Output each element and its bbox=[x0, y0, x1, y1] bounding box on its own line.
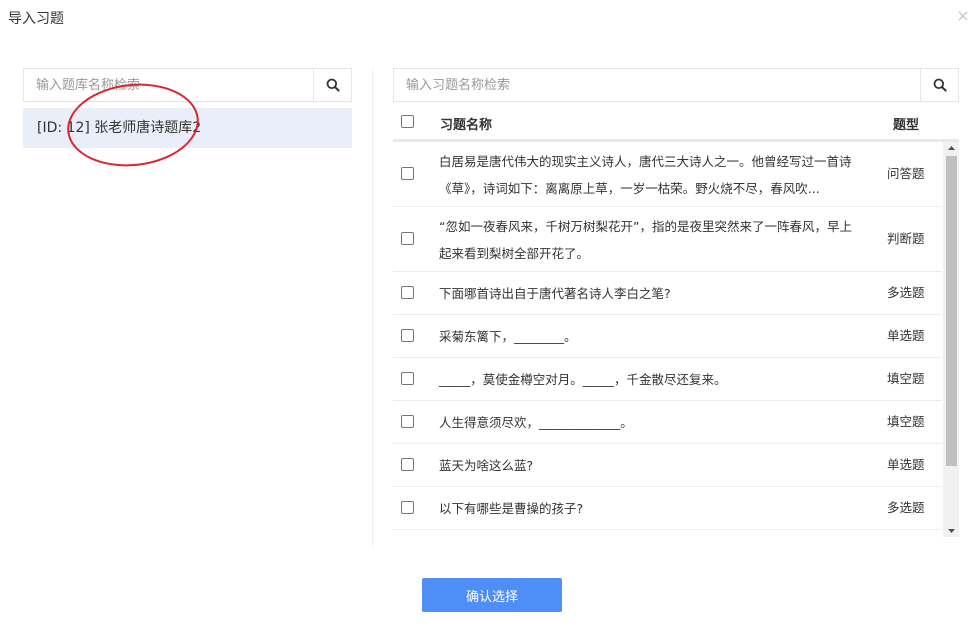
table-row[interactable]: 白居易是唐代伟大的现实主义诗人，唐代三大诗人之一。他曾经写过一首诗《草》，诗词如… bbox=[393, 142, 942, 207]
question-text: 蓝天为啥这么蓝? bbox=[439, 457, 534, 473]
question-search-input[interactable] bbox=[394, 69, 920, 101]
bank-search-box bbox=[23, 68, 352, 102]
select-all-checkbox[interactable] bbox=[401, 115, 414, 128]
question-type: 填空题 bbox=[887, 371, 925, 386]
bank-search-button[interactable] bbox=[313, 69, 351, 101]
question-text: “忽如一夜春风来，千树万树梨花开”，指的是夜里突然来了一阵春风，早上起来看到梨树… bbox=[439, 218, 852, 261]
question-text: _____，莫使金樽空对月。_____，千金散尽还复来。 bbox=[439, 371, 727, 387]
bank-item[interactable]: [ID: 12] 张老师唐诗题库2 bbox=[23, 77, 352, 173]
search-icon bbox=[326, 78, 340, 92]
table-row[interactable]: 下面哪首诗出自于唐代著名诗人李白之笔? 多选题 bbox=[393, 272, 942, 315]
table-row[interactable]: 以下有哪些是曹操的孩子? 多选题 bbox=[393, 487, 942, 530]
question-type: 单选题 bbox=[887, 457, 925, 472]
question-text: 人生得意须尽欢，_____________。 bbox=[439, 414, 633, 430]
row-checkbox[interactable] bbox=[401, 501, 414, 514]
row-checkbox[interactable] bbox=[401, 458, 414, 471]
bank-search-input[interactable] bbox=[24, 69, 313, 101]
column-header-type: 题型 bbox=[893, 118, 920, 133]
question-text: 以下有哪些是曹操的孩子? bbox=[439, 500, 584, 516]
scroll-up-arrow-icon[interactable] bbox=[943, 142, 959, 154]
scroll-thumb[interactable] bbox=[946, 156, 957, 466]
question-search-box bbox=[393, 68, 959, 102]
table-row[interactable]: 人生得意须尽欢，_____________。 填空题 bbox=[393, 401, 942, 444]
row-checkbox[interactable] bbox=[401, 286, 414, 299]
table-scrollbar[interactable] bbox=[943, 142, 959, 537]
question-text: 白居易是唐代伟大的现实主义诗人，唐代三大诗人之一。他曾经写过一首诗《草》，诗词如… bbox=[439, 153, 852, 196]
question-search-button[interactable] bbox=[920, 69, 958, 101]
table-body: 白居易是唐代伟大的现实主义诗人，唐代三大诗人之一。他曾经写过一首诗《草》，诗词如… bbox=[393, 142, 959, 537]
table-header: 习题名称 题型 bbox=[393, 102, 959, 142]
search-icon bbox=[933, 78, 947, 92]
scroll-down-arrow-icon[interactable] bbox=[943, 525, 959, 537]
row-checkbox[interactable] bbox=[401, 232, 414, 245]
table-row[interactable]: _____，莫使金樽空对月。_____，千金散尽还复来。 填空题 bbox=[393, 358, 942, 401]
bank-item-label: [ID: 12] 张老师唐诗题库2 bbox=[37, 120, 202, 136]
row-checkbox[interactable] bbox=[401, 372, 414, 385]
bank-panel: [ID: 12] 张老师唐诗题库2 bbox=[23, 68, 352, 173]
table-row[interactable]: 蓝天为啥这么蓝? 单选题 bbox=[393, 444, 942, 487]
question-panel: 习题名称 题型 白居易是唐代伟大的现实主义诗人，唐代三大诗人之一。他曾经写过一首… bbox=[393, 68, 959, 537]
question-type: 问答题 bbox=[887, 166, 925, 181]
row-checkbox[interactable] bbox=[401, 329, 414, 342]
question-type: 多选题 bbox=[887, 500, 925, 515]
dialog-title: 导入习题 bbox=[8, 11, 64, 27]
column-header-name: 习题名称 bbox=[440, 118, 493, 133]
confirm-button[interactable]: 确认选择 bbox=[422, 578, 562, 612]
question-type: 多选题 bbox=[887, 285, 925, 300]
row-checkbox[interactable] bbox=[401, 167, 414, 180]
row-checkbox[interactable] bbox=[401, 415, 414, 428]
table-row[interactable]: 采菊东篱下，________。 单选题 bbox=[393, 315, 942, 358]
panel-divider bbox=[372, 68, 373, 548]
question-type: 填空题 bbox=[887, 414, 925, 429]
close-icon[interactable]: × bbox=[955, 8, 971, 24]
question-text: 采菊东篱下，________。 bbox=[439, 328, 577, 344]
question-type: 单选题 bbox=[887, 328, 925, 343]
question-text: 下面哪首诗出自于唐代著名诗人李白之笔? bbox=[439, 285, 671, 301]
question-type: 判断题 bbox=[887, 231, 925, 246]
table-row[interactable]: “忽如一夜春风来，千树万树梨花开”，指的是夜里突然来了一阵春风，早上起来看到梨树… bbox=[393, 207, 942, 272]
